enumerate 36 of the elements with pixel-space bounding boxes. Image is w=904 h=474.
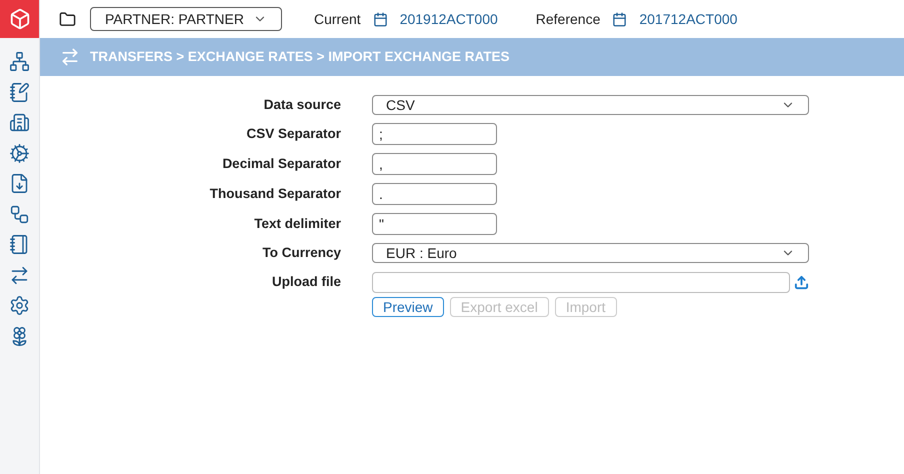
- field-label: Text delimiter: [253, 215, 341, 234]
- field-label: Decimal Separator: [221, 155, 341, 174]
- field-label: Upload file: [270, 272, 341, 291]
- calendar-icon[interactable]: [372, 12, 388, 26]
- file-field[interactable]: [372, 272, 790, 292]
- edit-sheet-icon[interactable]: [9, 82, 30, 102]
- reference-period[interactable]: 201712ACT000: [639, 8, 738, 30]
- field-label: Data source: [262, 96, 341, 114]
- current-label: Current: [314, 10, 361, 28]
- calendar-icon[interactable]: [612, 12, 628, 26]
- current-period[interactable]: 201912ACT000: [400, 8, 498, 30]
- input-field[interactable]: .: [372, 183, 497, 206]
- upload-icon[interactable]: [794, 274, 809, 290]
- building-icon[interactable]: [9, 112, 30, 133]
- action-button[interactable]: Preview: [372, 296, 444, 316]
- breadcrumb: TRANSFERS > EXCHANGE RATES > IMPORT EXCHANGE RATES: [90, 48, 510, 66]
- folder-icon[interactable]: [59, 10, 76, 28]
- field-label: Thousand Separator: [208, 185, 341, 204]
- select-field[interactable]: EUR : Euro: [372, 243, 809, 264]
- reference-label: Reference: [536, 10, 600, 28]
- gear-icon[interactable]: [9, 142, 30, 164]
- hierarchy-icon[interactable]: [9, 51, 30, 72]
- field-label: CSV Separator: [245, 125, 341, 144]
- notebook-icon[interactable]: [9, 234, 30, 255]
- download-document-icon[interactable]: [9, 173, 30, 194]
- input-field[interactable]: ,: [372, 153, 497, 176]
- transfer-icon: [60, 47, 80, 67]
- input-field[interactable]: ;: [372, 123, 497, 146]
- app-logo[interactable]: [0, 0, 39, 38]
- settings-icon[interactable]: [9, 295, 30, 316]
- input-field[interactable]: ": [372, 213, 497, 236]
- select-field[interactable]: CSV: [372, 95, 809, 116]
- partner-select[interactable]: PARTNER: PARTNER: [90, 7, 282, 31]
- transfer-icon[interactable]: [9, 264, 30, 286]
- field-label: To Currency: [261, 244, 341, 262]
- cube-icon: [8, 8, 30, 30]
